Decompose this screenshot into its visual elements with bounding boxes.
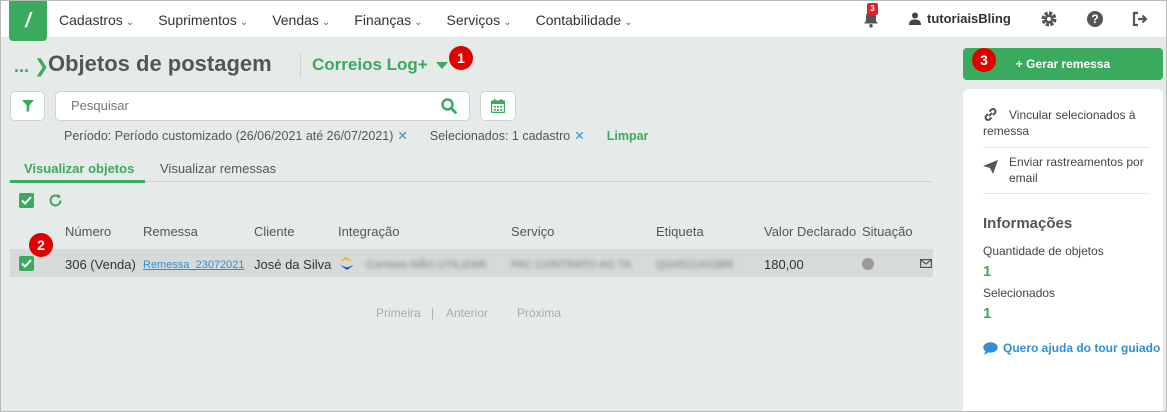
pager-next[interactable]: Próxima xyxy=(517,306,561,320)
envelope-icon[interactable] xyxy=(920,259,932,268)
user-icon xyxy=(909,12,921,25)
integration-selector[interactable]: Correios Log+ xyxy=(312,55,448,75)
column-header-servico[interactable]: Serviço xyxy=(511,224,554,239)
pager-previous[interactable]: Anterior xyxy=(446,306,488,320)
callout-marker-3: 3 xyxy=(972,48,996,72)
side-divider xyxy=(983,193,1149,194)
period-filter-label: Período: Período customizado (26/06/2021… xyxy=(64,128,394,143)
column-header-situacao[interactable]: Situação xyxy=(862,224,913,239)
cell-remessa-link[interactable]: Remessa_23072021 xyxy=(143,259,245,271)
remove-period-filter-icon[interactable]: ✕ xyxy=(397,128,407,143)
bling-logo[interactable]: / xyxy=(9,1,47,41)
calendar-icon xyxy=(491,99,505,113)
gear-icon[interactable] xyxy=(1040,10,1058,28)
side-divider xyxy=(983,147,1149,148)
tab-visualizar-remessas[interactable]: Visualizar remessas xyxy=(160,161,276,180)
correios-logo-icon xyxy=(339,257,354,270)
page-title: Objetos de postagem xyxy=(48,51,272,76)
svg-text:?: ? xyxy=(1091,12,1098,26)
refresh-icon[interactable] xyxy=(48,193,63,208)
tab-visualizar-objetos[interactable]: Visualizar objetos xyxy=(10,161,145,183)
menu-vendas[interactable]: Vendas ⌄ xyxy=(272,12,330,28)
menu-servicos[interactable]: Serviços ⌄ xyxy=(447,12,512,28)
link-selected-to-shipment-action[interactable]: Vincular selecionados à remessa xyxy=(983,107,1153,139)
selected-count-label: Selecionados xyxy=(983,286,1056,300)
column-header-numero[interactable]: Número xyxy=(65,224,111,239)
chevron-right-icon: ❯ xyxy=(29,56,50,76)
cell-numero: 306 (Venda) xyxy=(65,257,136,272)
chevron-down-icon: ⌄ xyxy=(125,16,135,28)
callout-marker-1: 1 xyxy=(449,46,473,70)
object-count-label: Quantidade de objetos xyxy=(983,244,1104,258)
paper-plane-icon xyxy=(983,160,998,174)
cell-cliente: José da Silva xyxy=(254,257,332,272)
user-menu[interactable]: tutoriaisBling xyxy=(909,11,1011,26)
cell-integracao: Correios NÃO UTILIZAR xyxy=(366,259,487,271)
chevron-down-icon: ⌄ xyxy=(239,16,249,28)
column-header-etiqueta[interactable]: Etiqueta xyxy=(656,224,704,239)
status-indicator xyxy=(862,258,874,270)
selected-count-value: 1 xyxy=(983,305,992,322)
select-all-checkbox[interactable] xyxy=(19,193,34,208)
chevron-down-icon: ⌄ xyxy=(624,16,633,28)
row-checkbox[interactable] xyxy=(19,256,34,271)
date-filter-button[interactable] xyxy=(480,91,516,121)
object-count-value: 1 xyxy=(983,263,992,280)
selected-filter-label: Selecionados: 1 cadastro xyxy=(429,128,571,143)
actions-sidebar: Vincular selecionados à remessa Enviar r… xyxy=(963,89,1163,411)
cell-valor-declarado: 180,00 xyxy=(764,257,804,272)
search-input[interactable] xyxy=(71,98,431,113)
menu-cadastros[interactable]: Cadastros ⌄ xyxy=(59,12,134,28)
breadcrumb[interactable]: ... ❯ xyxy=(14,56,49,77)
help-icon[interactable]: ? xyxy=(1086,10,1104,28)
column-header-cliente[interactable]: Cliente xyxy=(254,224,294,239)
link-icon xyxy=(984,108,997,121)
column-header-valor-declarado[interactable]: Valor Declarado xyxy=(764,224,856,239)
pager-first[interactable]: Primeira xyxy=(376,306,421,320)
cell-servico: PAC CONTRATO AG TA xyxy=(511,259,632,271)
column-header-remessa[interactable]: Remessa xyxy=(143,224,198,239)
cell-etiqueta: QG0521XX2BR xyxy=(656,259,734,271)
main-menu: Cadastros ⌄ Suprimentos ⌄ Vendas ⌄ Finanças… xyxy=(59,1,657,38)
view-tabs: Visualizar objetos Visualizar remessas xyxy=(10,160,933,183)
guided-tour-link[interactable]: Quero ajuda do tour guiado xyxy=(983,341,1160,355)
callout-marker-2: 2 xyxy=(29,233,53,257)
logout-icon[interactable] xyxy=(1131,10,1149,28)
menu-financas[interactable]: Finanças ⌄ xyxy=(354,12,422,28)
remove-selected-filter-icon[interactable]: ✕ xyxy=(574,128,584,143)
pager-separator: | xyxy=(431,306,435,320)
column-header-integracao[interactable]: Integração xyxy=(338,224,399,239)
funnel-icon xyxy=(21,100,34,112)
search-icon[interactable] xyxy=(441,98,457,114)
notification-count-badge: 3 xyxy=(867,3,878,15)
checkmark-icon xyxy=(21,259,32,268)
chat-bubble-icon xyxy=(983,341,998,355)
filter-button[interactable] xyxy=(10,91,45,121)
chevron-down-icon: ⌄ xyxy=(321,16,331,28)
chevron-down-icon: ⌄ xyxy=(414,16,423,28)
clear-filters-link[interactable]: Limpar xyxy=(607,129,649,143)
top-navigation-bar: / Cadastros ⌄ Suprimentos ⌄ Vendas ⌄ Finanç… xyxy=(1,1,1166,41)
menu-suprimentos[interactable]: Suprimentos ⌄ xyxy=(158,12,248,28)
checkmark-icon xyxy=(21,196,32,205)
send-tracking-email-action[interactable]: Enviar rastreamentos por email xyxy=(983,154,1153,186)
search-box xyxy=(55,91,470,121)
active-filters: Período: Período customizado (26/06/2021… xyxy=(64,128,649,144)
chevron-down-icon: ⌄ xyxy=(503,16,512,28)
caret-down-icon xyxy=(435,62,448,70)
menu-contabilidade[interactable]: Contabilidade ⌄ xyxy=(536,12,633,28)
title-divider xyxy=(300,52,301,78)
info-section-title: Informações xyxy=(983,215,1073,232)
